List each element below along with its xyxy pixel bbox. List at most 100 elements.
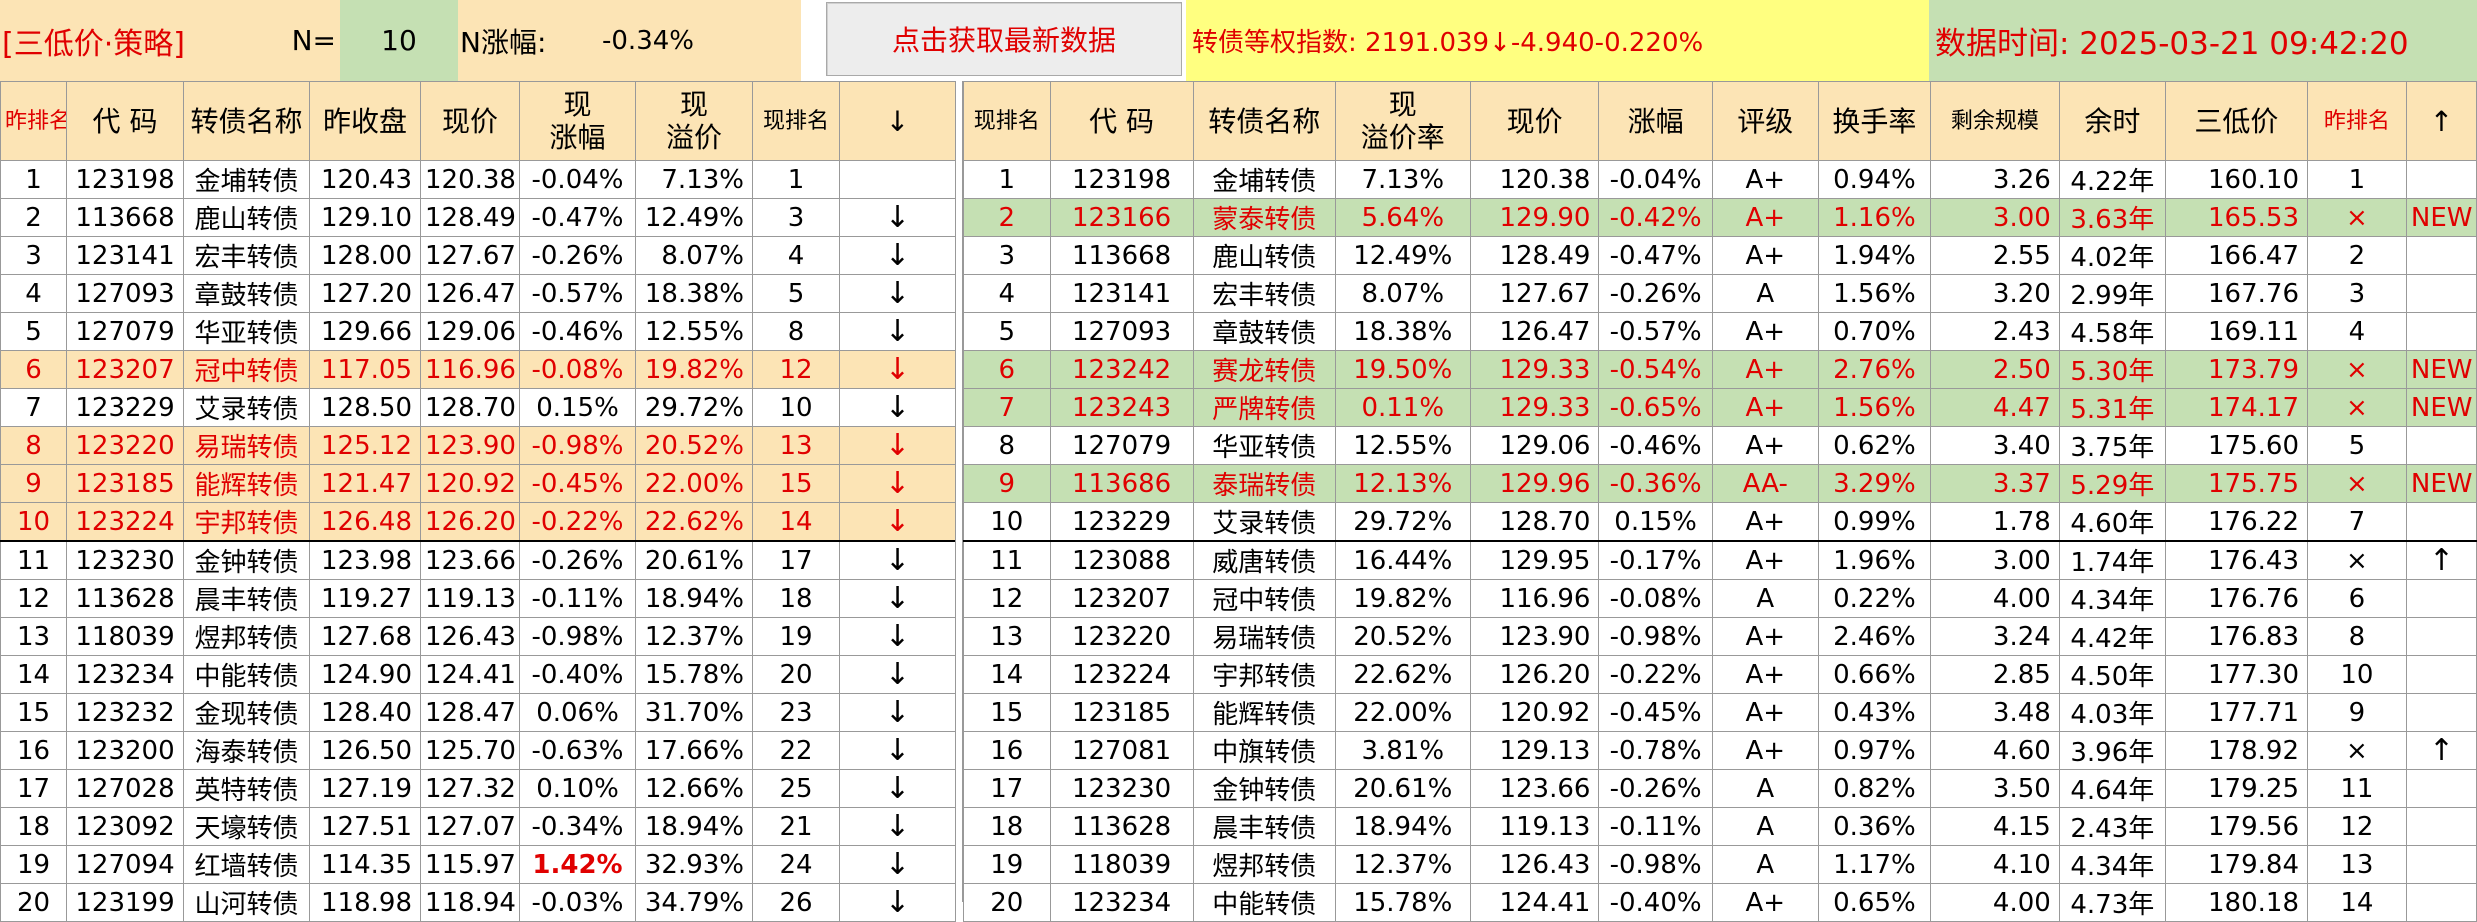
cell-yday[interactable]: 4 — [2307, 312, 2407, 351]
cell-chg[interactable]: -0.45% — [519, 464, 636, 503]
table-row[interactable]: 20 123199 山河转债 118.98 118.94 -0.03% 34.79% 26 ↓ — [0, 883, 956, 922]
cell-name[interactable]: 蒙泰转债 — [1192, 198, 1336, 237]
cell-chg[interactable]: 0.15% — [519, 388, 636, 427]
cell-price[interactable]: 127.32 — [420, 769, 520, 808]
cell-rest[interactable]: 4.03年 — [2058, 693, 2166, 732]
cell-arrow[interactable]: ↓ — [839, 883, 956, 922]
cell-arrow[interactable]: ↓ — [839, 579, 956, 618]
cell-rank[interactable]: 7 — [0, 388, 67, 427]
cell-arrow[interactable]: ↓ — [839, 502, 956, 542]
cell-name[interactable]: 冠中转债 — [1192, 579, 1336, 618]
cell-price[interactable]: 129.96 — [1469, 464, 1600, 503]
cell-rank[interactable]: 9 — [0, 464, 67, 503]
table-row[interactable]: 16 127081 中旗转债 3.81% 129.13 -0.78% A+ 0.97% 4.60… — [963, 731, 2477, 770]
table-row[interactable]: 19 127094 红墙转债 114.35 115.97 1.42% 32.93% 24 ↓ — [0, 845, 956, 884]
cell-flag[interactable] — [2405, 502, 2477, 542]
cell-prem[interactable]: 22.00% — [635, 464, 753, 503]
cell-code[interactable]: 123229 — [66, 388, 184, 427]
cell-prem[interactable]: 18.38% — [1334, 312, 1471, 351]
cell-rating[interactable]: AA- — [1711, 464, 1819, 503]
cell-tri[interactable]: 175.60 — [2164, 426, 2309, 465]
cell-size[interactable]: 2.55 — [1930, 236, 2060, 275]
cell-rank[interactable]: 19 — [0, 845, 67, 884]
cell-rank[interactable]: 5 — [0, 312, 67, 351]
cell-tri[interactable]: 176.22 — [2164, 502, 2309, 542]
cell-prem[interactable]: 31.70% — [635, 693, 753, 732]
cell-code[interactable]: 113668 — [66, 198, 184, 237]
cell-rating[interactable]: A+ — [1711, 426, 1819, 465]
cell-now[interactable]: 6 — [963, 350, 1051, 389]
cell-now[interactable]: 19 — [963, 845, 1051, 884]
table-row[interactable]: 11 123230 金钟转债 123.98 123.66 -0.26% 20.61% 17 ↓ — [0, 540, 956, 580]
cell-arrow[interactable]: ↓ — [839, 769, 956, 808]
cell-chg[interactable]: -0.65% — [1598, 388, 1713, 427]
table-row[interactable]: 16 123200 海泰转债 126.50 125.70 -0.63% 17.66% 22 ↓ — [0, 731, 956, 770]
cell-rest[interactable]: 4.50年 — [2058, 655, 2166, 694]
cell-name[interactable]: 威唐转债 — [1192, 540, 1336, 580]
cell-prem[interactable]: 20.61% — [635, 540, 753, 580]
col-now-rank[interactable]: 现排名 — [963, 81, 1051, 161]
cell-yday[interactable]: 7 — [2307, 502, 2407, 542]
cell-name[interactable]: 能辉转债 — [1192, 693, 1336, 732]
cell-tri[interactable]: 180.18 — [2164, 883, 2309, 922]
cell-flag[interactable] — [2405, 845, 2477, 884]
cell-size[interactable]: 3.50 — [1930, 769, 2060, 808]
cell-name[interactable]: 海泰转债 — [183, 731, 310, 770]
cell-turn[interactable]: 1.56% — [1817, 388, 1932, 427]
cell-chg[interactable]: -0.63% — [519, 731, 636, 770]
cell-flag[interactable] — [2405, 693, 2477, 732]
col-now-rank[interactable]: 现排名 — [752, 81, 840, 161]
cell-rating[interactable]: A+ — [1711, 731, 1819, 770]
table-row[interactable]: 9 113686 泰瑞转债 12.13% 129.96 -0.36% AA- 3.29% 3.3… — [963, 464, 2477, 503]
cell-rest[interactable]: 2.99年 — [2058, 274, 2166, 313]
cell-name[interactable]: 红墙转债 — [183, 845, 310, 884]
cell-price[interactable]: 126.43 — [1469, 845, 1600, 884]
cell-rest[interactable]: 3.63年 — [2058, 198, 2166, 237]
cell-chg[interactable]: -0.98% — [519, 426, 636, 465]
cell-chg[interactable]: -0.42% — [1598, 198, 1713, 237]
col-name[interactable]: 转债名称 — [183, 81, 310, 161]
cell-code[interactable]: 118039 — [1049, 845, 1194, 884]
table-row[interactable]: 2 113668 鹿山转债 129.10 128.49 -0.47% 12.49% 3 ↓ — [0, 198, 956, 237]
cell-rest[interactable]: 2.43年 — [2058, 807, 2166, 846]
cell-price[interactable]: 116.96 — [420, 350, 520, 389]
table-row[interactable]: 5 127093 章鼓转债 18.38% 126.47 -0.57% A+ 0.70% 2.43… — [963, 312, 2477, 351]
cell-prem[interactable]: 18.38% — [635, 274, 753, 313]
cell-chg[interactable]: -0.08% — [519, 350, 636, 389]
cell-size[interactable]: 3.20 — [1930, 274, 2060, 313]
cell-arrow[interactable]: ↓ — [839, 388, 956, 427]
cell-rating[interactable]: A — [1711, 274, 1819, 313]
cell-code[interactable]: 127081 — [1049, 731, 1194, 770]
cell-yday[interactable]: 14 — [2307, 883, 2407, 922]
cell-rank[interactable]: 20 — [0, 883, 67, 922]
cell-yday[interactable]: × — [2307, 350, 2407, 389]
cell-yday[interactable]: × — [2307, 198, 2407, 237]
cell-now[interactable]: 10 — [963, 502, 1051, 542]
cell-name[interactable]: 英特转债 — [183, 769, 310, 808]
cell-size[interactable]: 2.85 — [1930, 655, 2060, 694]
cell-rank[interactable]: 17 — [0, 769, 67, 808]
cell-prem[interactable]: 32.93% — [635, 845, 753, 884]
cell-rank[interactable]: 12 — [0, 579, 67, 618]
cell-turn[interactable]: 0.43% — [1817, 693, 1932, 732]
cell-yday[interactable]: × — [2307, 464, 2407, 503]
cell-name[interactable]: 泰瑞转债 — [1192, 464, 1336, 503]
cell-now[interactable]: 18 — [752, 579, 840, 618]
cell-now[interactable]: 14 — [752, 502, 840, 542]
cell-turn[interactable]: 0.66% — [1817, 655, 1932, 694]
cell-arrow[interactable]: ↓ — [839, 731, 956, 770]
col-triple-low[interactable]: 三低价 — [2164, 81, 2309, 161]
cell-now[interactable]: 2 — [963, 198, 1051, 237]
cell-rest[interactable]: 4.02年 — [2058, 236, 2166, 275]
cell-rest[interactable]: 4.42年 — [2058, 617, 2166, 656]
cell-code[interactable]: 123185 — [66, 464, 184, 503]
table-row[interactable]: 12 123207 冠中转债 19.82% 116.96 -0.08% A 0.22% 4.00… — [963, 579, 2477, 618]
cell-size[interactable]: 4.10 — [1930, 845, 2060, 884]
cell-price[interactable]: 120.92 — [420, 464, 520, 503]
cell-rest[interactable]: 3.96年 — [2058, 731, 2166, 770]
col-code[interactable]: 代 码 — [1049, 81, 1194, 161]
cell-code[interactable]: 123185 — [1049, 693, 1194, 732]
cell-prem[interactable]: 0.11% — [1334, 388, 1471, 427]
col-premium-rate[interactable]: 现溢价率 — [1334, 81, 1471, 161]
cell-code[interactable]: 127079 — [1049, 426, 1194, 465]
